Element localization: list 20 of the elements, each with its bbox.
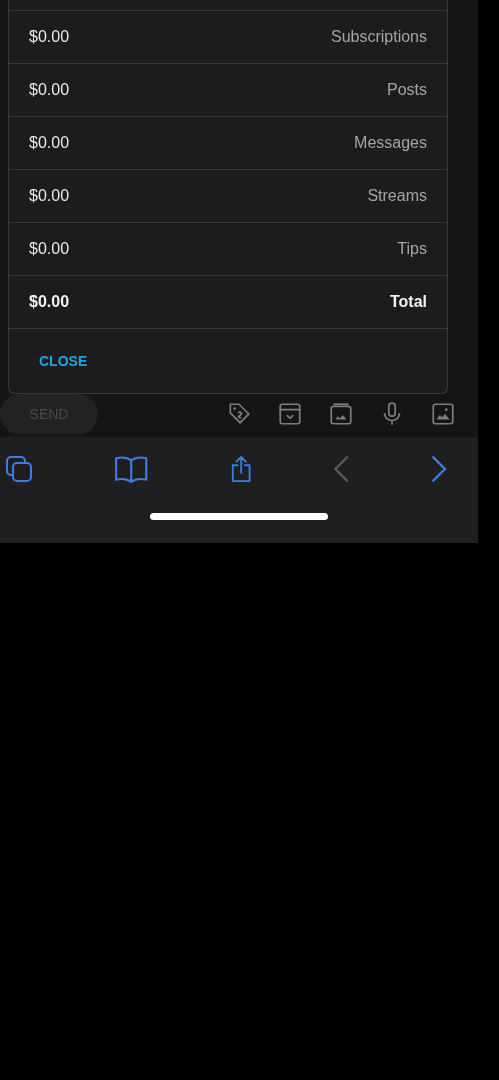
image-icon[interactable] [430,401,456,427]
earnings-label: Streams [367,187,427,205]
earnings-amount: $0.00 [29,187,70,205]
vault-icon[interactable] [277,401,303,427]
earnings-amount: $0.00 [29,293,70,311]
earnings-label: Messages [354,134,427,152]
back-icon[interactable] [430,455,447,483]
earnings-label: Total [389,293,427,311]
earnings-amount: $0.00 [29,28,70,46]
earnings-amount: $0.00 [29,240,70,258]
earnings-amount: $0.00 [29,81,70,99]
earnings-label: Posts [387,81,427,99]
earnings-amount: $0.00 [29,134,70,152]
share-icon[interactable] [229,455,253,483]
earnings-label: Tips [397,240,427,258]
bookmarks-icon[interactable] [114,455,149,483]
earnings-label: Subscriptions [330,28,427,46]
gallery-icon[interactable] [328,401,354,427]
close-button[interactable]: CLOSE [29,347,98,375]
tabs-icon[interactable] [5,455,33,483]
